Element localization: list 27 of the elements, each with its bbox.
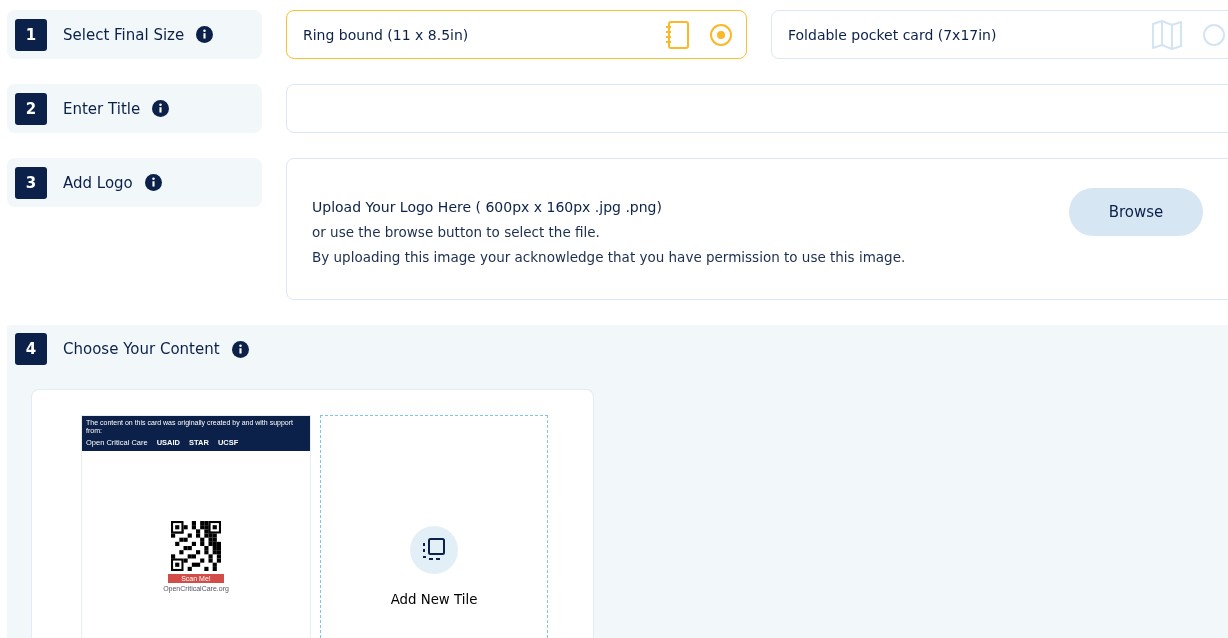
notebook-icon: [664, 19, 690, 50]
step-title: Enter Title: [63, 99, 141, 118]
title-field[interactable]: [286, 84, 1228, 133]
step-title: Choose Your Content: [63, 340, 220, 358]
info-icon[interactable]: [196, 26, 214, 43]
size-option[interactable]: Foldable pocket card (7x17in): [771, 10, 1228, 59]
logo-upload-area[interactable]: Upload Your Logo Here ( 600px x 160px .jpg .png) or use the browse button to select the file. By uploading this image your acknowledge that you have permission to use this image. Browse: [286, 158, 1228, 300]
step-number: 4: [15, 333, 47, 365]
step-number: 1: [15, 18, 47, 51]
add-tile-button[interactable]: Add New Tile: [320, 415, 548, 638]
radio-button[interactable]: [710, 23, 732, 46]
upload-hint: or use the browse button to select the file.: [312, 224, 601, 240]
info-icon[interactable]: [152, 100, 170, 117]
map-icon: [1151, 19, 1183, 50]
upload-heading: Upload Your Logo Here ( 600px x 160px .jpg .png): [312, 199, 663, 215]
upload-hint: By uploading this image your acknowledge that you have permission to use this image.: [312, 249, 907, 265]
step-number: 2: [15, 92, 47, 125]
browse-button[interactable]: Browse: [1069, 188, 1203, 236]
info-icon[interactable]: [231, 340, 249, 358]
step-number: 3: [15, 166, 47, 199]
info-icon[interactable]: [144, 174, 162, 191]
size-option[interactable]: Ring bound (11 x 8.5in): [286, 10, 747, 59]
step-title: Add Logo: [63, 173, 133, 192]
step-title: Select Final Size: [63, 25, 185, 44]
radio-button[interactable]: [1203, 23, 1225, 46]
qr-code-icon: [171, 521, 221, 572]
add-tile-icon: [410, 526, 458, 574]
